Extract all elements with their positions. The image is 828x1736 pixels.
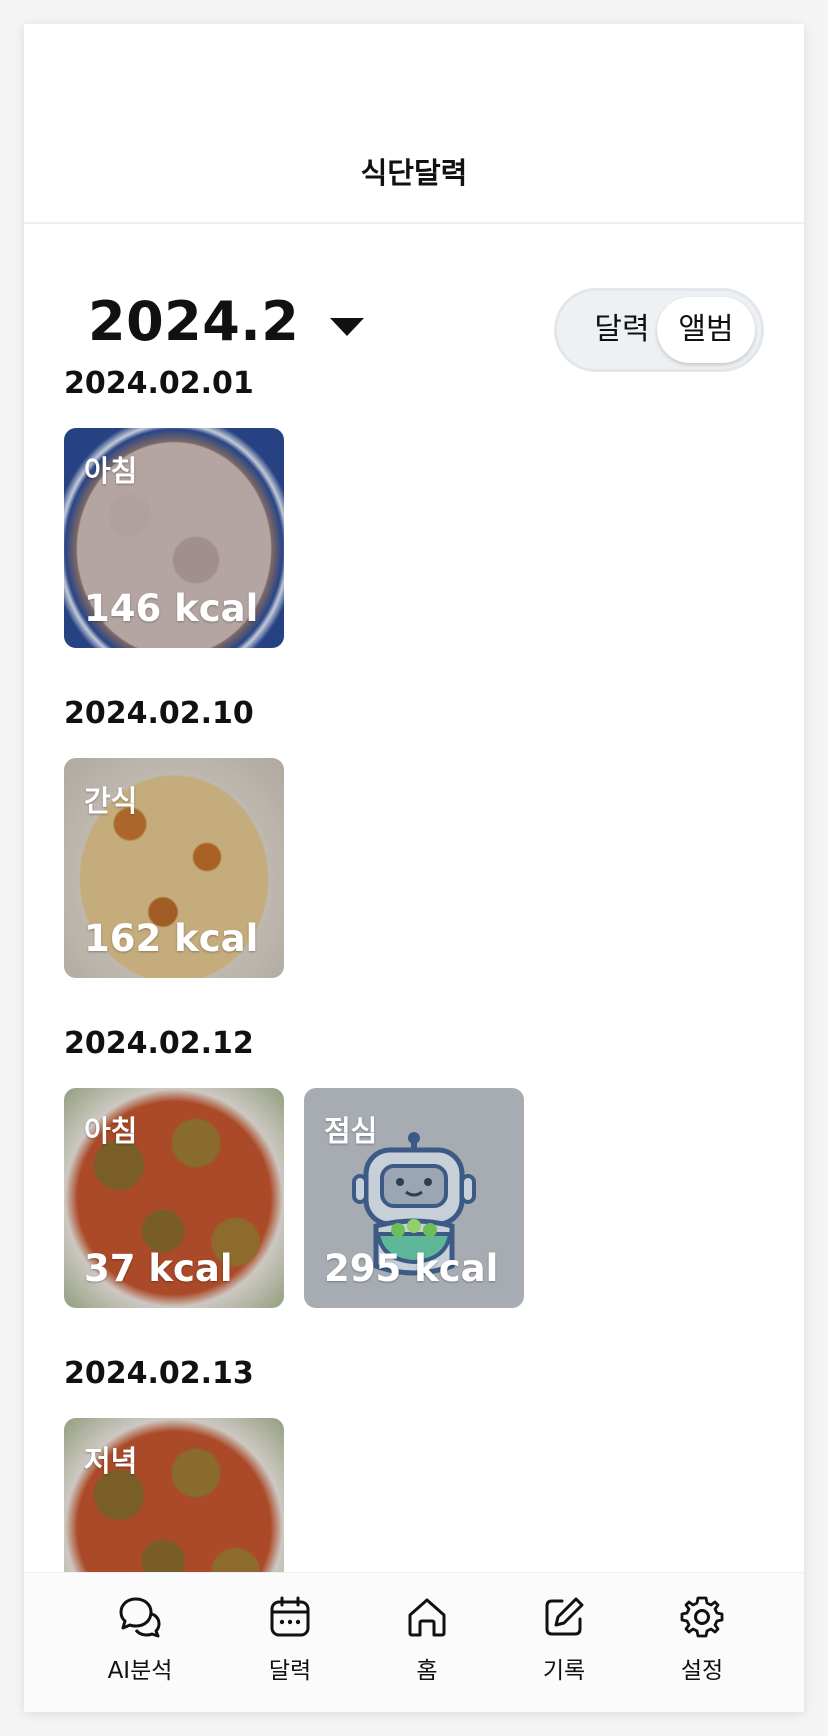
meal-card[interactable]: 간식 162 kcal	[64, 758, 284, 978]
tab-label: 홈	[416, 1658, 438, 1684]
tab-settings[interactable]: 설정	[642, 1595, 762, 1685]
day-date: 2024.02.12	[64, 1026, 254, 1061]
page-title: 식단달력	[360, 156, 468, 190]
meal-card[interactable]: 아침 146 kcal	[64, 428, 284, 648]
tab-home[interactable]: 홈	[367, 1595, 487, 1685]
tab-calendar[interactable]: 달력	[230, 1595, 350, 1685]
tab-label: 기록	[542, 1658, 586, 1684]
meal-card[interactable]: 아침 37 kcal	[64, 1088, 284, 1308]
view-toggle[interactable]: 달력 앨범	[554, 288, 764, 372]
meal-card[interactable]: 점심 295 kcal	[304, 1088, 524, 1308]
edit-icon	[545, 1597, 584, 1636]
tab-ai-analysis[interactable]: AI분석	[80, 1595, 200, 1685]
meal-label: 간식	[84, 784, 138, 818]
month-controls: 2024.2 달력 앨범	[24, 266, 804, 372]
meal-kcal: 295 kcal	[324, 1247, 499, 1290]
tab-record[interactable]: 기록	[504, 1595, 624, 1685]
meal-label: 저녁	[84, 1444, 138, 1478]
meal-label: 점심	[324, 1114, 378, 1148]
meal-kcal: 37 kcal	[84, 1247, 233, 1290]
day-group: 2024.02.01 아침 146 kcal	[64, 366, 284, 648]
meal-label: 아침	[84, 1114, 138, 1148]
toggle-album-option[interactable]: 앨범	[657, 297, 755, 363]
gear-icon	[680, 1596, 724, 1638]
tab-label: AI분석	[107, 1658, 173, 1684]
caret-down-icon[interactable]	[330, 318, 364, 336]
app-screen: 식단달력 2024.2 달력 앨범 2024.02.01 아침 146 kcal…	[24, 24, 804, 1712]
day-date: 2024.02.01	[64, 366, 254, 401]
app-header: 식단달력	[24, 24, 804, 224]
chat-bubbles-icon	[119, 1597, 161, 1638]
bottom-tab-bar: AI분석 달력 홈 기록 설정	[24, 1572, 804, 1712]
meal-label: 아침	[84, 454, 138, 488]
day-group: 2024.02.10 간식 162 kcal	[64, 696, 284, 978]
day-group: 2024.02.12 아침 37 kcal 점심 295 kcal	[64, 1026, 524, 1308]
home-icon	[408, 1598, 446, 1637]
tab-label: 달력	[268, 1658, 312, 1684]
calendar-icon	[270, 1596, 310, 1637]
month-label[interactable]: 2024.2	[88, 290, 299, 353]
toggle-calendar-option[interactable]: 달력	[577, 291, 667, 369]
tab-label: 설정	[680, 1658, 724, 1684]
meal-kcal: 146 kcal	[84, 587, 259, 630]
meal-kcal: 162 kcal	[84, 917, 259, 960]
day-date: 2024.02.13	[64, 1356, 254, 1391]
day-date: 2024.02.10	[64, 696, 254, 731]
